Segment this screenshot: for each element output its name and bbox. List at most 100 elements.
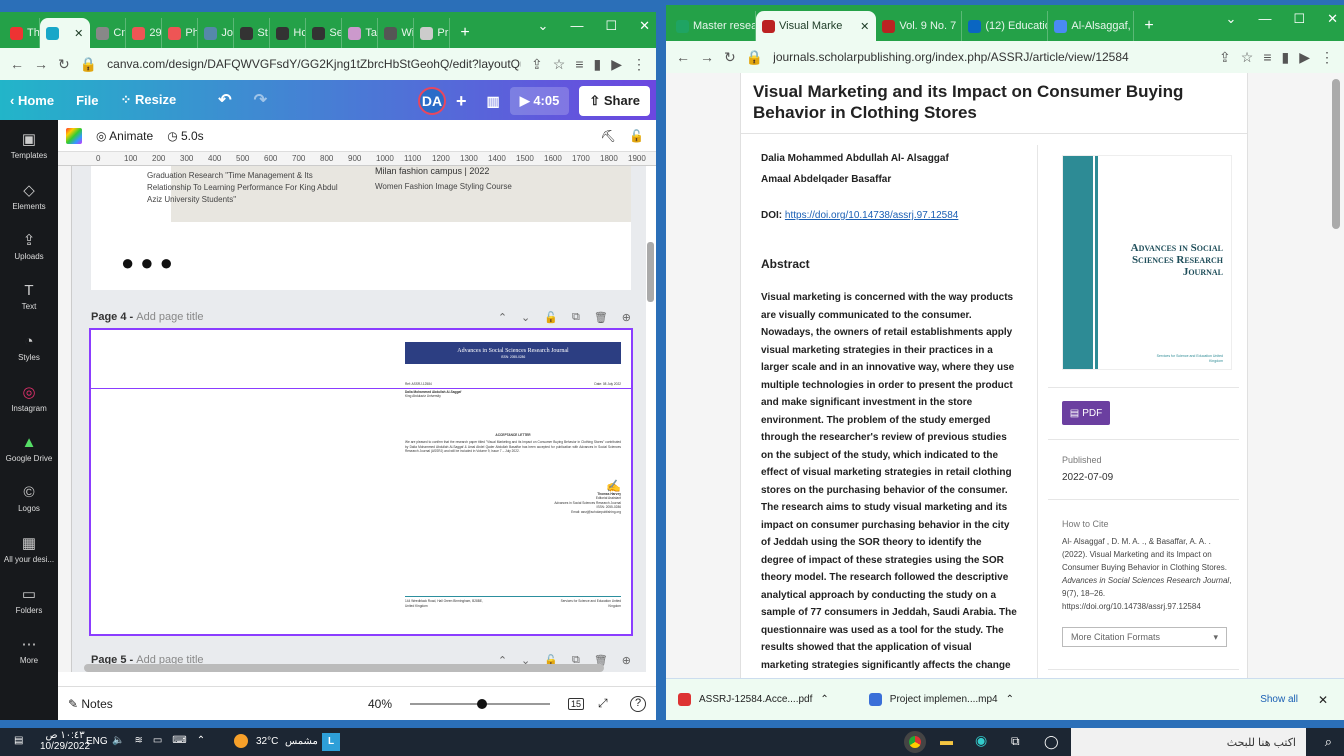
clock[interactable]: ١٠:٤٣ ص 10/29/2022 bbox=[40, 730, 90, 752]
browser-tab[interactable]: ✕ bbox=[40, 18, 91, 48]
chevron-up-icon[interactable]: ⌃ bbox=[820, 694, 828, 705]
browser-tab[interactable]: Th bbox=[4, 18, 40, 48]
add-page-icon[interactable]: ⊕ bbox=[622, 311, 631, 324]
close-icon[interactable]: ✕ bbox=[1327, 11, 1338, 27]
fullscreen-icon[interactable]: ⤢ bbox=[598, 696, 608, 711]
browser-tab[interactable]: Ph bbox=[162, 18, 199, 48]
browser-tab[interactable]: Jo bbox=[198, 18, 235, 48]
sidebar-item-all-designs[interactable]: ▦ All your desi... bbox=[0, 524, 58, 575]
minimize-icon[interactable]: — bbox=[570, 18, 583, 34]
doi-link[interactable]: https://doi.org/10.14738/assrj.97.12584 bbox=[785, 210, 958, 221]
canva-app-icon[interactable]: L bbox=[322, 733, 340, 751]
sidebar-item-google-drive[interactable]: ▲ Google Drive bbox=[0, 423, 58, 474]
volume-icon[interactable]: 🔈 bbox=[112, 735, 124, 746]
lock-icon[interactable]: 🔓 bbox=[544, 311, 558, 324]
move-down-icon[interactable]: ⌄ bbox=[521, 311, 530, 324]
battery-icon[interactable]: ▭ bbox=[153, 735, 162, 746]
duration-button[interactable]: ◷ 5.0s bbox=[167, 129, 204, 143]
close-tab-icon[interactable]: ✕ bbox=[860, 20, 869, 33]
reading-list-icon[interactable]: ≡ bbox=[575, 56, 583, 72]
lock-icon[interactable]: 🔒 bbox=[746, 49, 763, 66]
add-collaborator-icon[interactable]: + bbox=[456, 91, 467, 112]
vertical-scrollbar[interactable] bbox=[647, 242, 654, 302]
notification-icon[interactable]: ▤ bbox=[14, 735, 23, 746]
new-tab-icon[interactable]: + bbox=[1144, 17, 1153, 35]
bookmark-star-icon[interactable]: ☆ bbox=[1241, 49, 1254, 66]
redo-icon[interactable]: ↷ bbox=[254, 90, 267, 110]
back-icon[interactable]: ← bbox=[10, 56, 24, 72]
explorer-icon[interactable]: ⧉ bbox=[1011, 734, 1020, 749]
browser-tab[interactable]: Se bbox=[306, 18, 343, 48]
browser-tab[interactable]: Hc bbox=[270, 18, 307, 48]
show-all-downloads[interactable]: Show all bbox=[1260, 694, 1298, 705]
extension-icon[interactable]: ▶ bbox=[1299, 49, 1310, 66]
sidebar-item-templates[interactable]: ▣ Templates bbox=[0, 120, 58, 171]
keyboard-icon[interactable]: ⌨ bbox=[172, 735, 186, 746]
sidebar-item-instagram[interactable]: ◎ Instagram bbox=[0, 373, 58, 424]
forward-icon[interactable]: → bbox=[34, 56, 48, 72]
add-page-icon[interactable]: ⊕ bbox=[622, 654, 631, 667]
notes-button[interactable]: ✎ Notes bbox=[68, 697, 113, 711]
chrome-icon[interactable] bbox=[904, 731, 926, 753]
back-icon[interactable]: ← bbox=[676, 49, 690, 65]
taskview-icon[interactable]: ◯ bbox=[1044, 734, 1059, 750]
edge-icon[interactable]: ◉ bbox=[975, 732, 987, 749]
sidebar-item-styles[interactable]: ◔ Styles bbox=[0, 322, 58, 373]
show-hidden-icon[interactable]: ⌃ bbox=[197, 735, 205, 746]
menu-kebab-icon[interactable]: ⋮ bbox=[1320, 49, 1334, 66]
home-button[interactable]: ‹ Home bbox=[10, 93, 54, 108]
browser-tab[interactable]: Visual Marke ✕ bbox=[756, 11, 877, 41]
reading-list-icon[interactable]: ≡ bbox=[1263, 49, 1271, 65]
browser-tab[interactable]: 29 bbox=[126, 18, 163, 48]
zoom-slider[interactable] bbox=[410, 699, 550, 709]
duplicate-icon[interactable]: ⧉ bbox=[572, 311, 580, 324]
chevron-down-icon[interactable]: ⌄ bbox=[538, 18, 549, 34]
page-4-title-input[interactable]: Add page title bbox=[136, 311, 203, 323]
share-page-icon[interactable]: ⇪ bbox=[1219, 49, 1231, 66]
browser-tab[interactable]: Cn bbox=[90, 18, 127, 48]
present-button[interactable]: ▶ 4:05 bbox=[509, 87, 570, 115]
color-picker-icon[interactable] bbox=[66, 127, 82, 144]
download-item[interactable]: Project implemen....mp4 ⌃ bbox=[868, 693, 1014, 706]
sidebar-item-folders[interactable]: ▭ Folders bbox=[0, 575, 58, 626]
share-button[interactable]: ⇧ Share bbox=[579, 86, 650, 116]
page-3[interactable]: Graduation Research "Time Management & I… bbox=[91, 166, 631, 290]
close-icon[interactable]: ✕ bbox=[639, 18, 650, 34]
folder-icon[interactable]: ▬ bbox=[940, 733, 953, 748]
animate-button[interactable]: ◎ Animate bbox=[96, 129, 153, 143]
zoom-slider-knob[interactable] bbox=[477, 699, 488, 709]
sidebar-item-elements[interactable]: ◇ Elements bbox=[0, 171, 58, 222]
sidepanel-icon[interactable]: ▮ bbox=[594, 56, 602, 73]
menu-kebab-icon[interactable]: ⋮ bbox=[632, 56, 646, 73]
browser-tab[interactable]: Master resea bbox=[670, 11, 756, 41]
journal-scrollbar[interactable] bbox=[1332, 79, 1340, 229]
extension-icon[interactable]: ▶ bbox=[611, 56, 622, 73]
journal-url-field[interactable]: journals.scholarpublishing.org/index.php… bbox=[773, 50, 1209, 64]
sidebar-item-logos[interactable]: © Logos bbox=[0, 474, 58, 525]
reload-icon[interactable]: ↻ bbox=[58, 56, 70, 73]
browser-tab[interactable]: St bbox=[234, 18, 271, 48]
new-tab-icon[interactable]: + bbox=[460, 24, 469, 42]
browser-tab[interactable]: Pr bbox=[414, 18, 451, 48]
citation-formats-dropdown[interactable]: More Citation Formats ▾ bbox=[1062, 627, 1227, 647]
bookmark-star-icon[interactable]: ☆ bbox=[553, 56, 566, 73]
sidebar-item-more[interactable]: ⋯ More bbox=[0, 625, 58, 676]
move-up-icon[interactable]: ⌃ bbox=[498, 311, 507, 324]
browser-tab[interactable]: Wi bbox=[378, 18, 415, 48]
analytics-icon[interactable]: ▥ bbox=[486, 93, 499, 110]
page-4[interactable]: Advances in Social Sciences Research Jou… bbox=[89, 328, 633, 636]
maximize-icon[interactable]: ☐ bbox=[605, 18, 617, 34]
lock-icon[interactable]: 🔒 bbox=[80, 56, 97, 73]
minimize-icon[interactable]: — bbox=[1258, 11, 1271, 27]
browser-tab[interactable]: Ta bbox=[342, 18, 379, 48]
horizontal-scrollbar[interactable] bbox=[84, 664, 604, 672]
maximize-icon[interactable]: ☐ bbox=[1293, 11, 1305, 27]
browser-tab[interactable]: Al-Alsaggaf, bbox=[1048, 11, 1135, 41]
taskbar-search-icon[interactable]: ⌕ bbox=[1325, 734, 1332, 750]
pdf-button[interactable]: ▤ PDF bbox=[1062, 401, 1110, 425]
weather-sun-icon[interactable] bbox=[234, 734, 248, 748]
paint-roller-icon[interactable]: ⛏ bbox=[601, 129, 616, 143]
lock-page-icon[interactable]: 🔓 bbox=[629, 129, 644, 143]
download-item[interactable]: ASSRJ-12584.Acce....pdf ⌃ bbox=[678, 693, 829, 706]
share-page-icon[interactable]: ⇪ bbox=[531, 56, 543, 73]
